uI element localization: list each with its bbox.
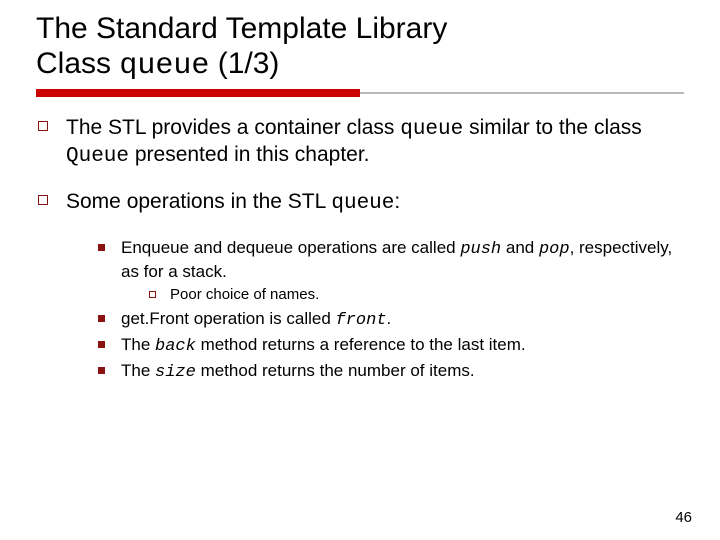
list-item: The back method returns a reference to t… bbox=[98, 334, 682, 358]
bullet-text: The back method returns a reference to t… bbox=[121, 334, 526, 358]
bullet-text: Poor choice of names. bbox=[170, 285, 319, 305]
page-number: 46 bbox=[675, 509, 692, 526]
text-fragment: similar to the class bbox=[463, 116, 642, 139]
text-fragment: The bbox=[121, 361, 155, 380]
code-fragment: pop bbox=[539, 240, 570, 259]
list-item: The STL provides a container class queue… bbox=[38, 115, 682, 169]
code-fragment: Queue bbox=[66, 145, 129, 168]
divider-gray bbox=[360, 92, 684, 94]
slide-body: The STL provides a container class queue… bbox=[28, 105, 692, 385]
list-item: Enqueue and dequeue operations are calle… bbox=[98, 237, 682, 307]
bullet-solid-icon bbox=[98, 341, 105, 348]
code-fragment: queue bbox=[400, 118, 463, 141]
text-fragment: presented in this chapter. bbox=[129, 143, 370, 166]
title-line2-post: (1/3) bbox=[209, 47, 279, 80]
divider bbox=[36, 89, 684, 97]
code-fragment: queue bbox=[331, 192, 394, 215]
code-fragment: back bbox=[155, 337, 196, 356]
code-fragment: front bbox=[336, 311, 387, 330]
bullet-text: Enqueue and dequeue operations are calle… bbox=[121, 237, 682, 307]
text-fragment: The bbox=[121, 335, 155, 354]
text-fragment: method returns the number of items. bbox=[196, 361, 475, 380]
bullet-open-icon bbox=[38, 195, 48, 205]
title-line2-pre: Class bbox=[36, 47, 119, 80]
title-block: The Standard Template Library Class queu… bbox=[28, 12, 692, 97]
divider-red bbox=[36, 89, 360, 97]
text-fragment: method returns a reference to the last i… bbox=[196, 335, 526, 354]
sublist: Enqueue and dequeue operations are calle… bbox=[38, 237, 682, 385]
bullet-solid-icon bbox=[98, 244, 105, 251]
text-fragment: . bbox=[387, 309, 392, 328]
text-fragment: and bbox=[501, 238, 539, 257]
bullet-solid-icon bbox=[98, 315, 105, 322]
text-fragment: : bbox=[394, 190, 400, 213]
list-item: get.Front operation is called front. bbox=[98, 308, 682, 332]
slide-title: The Standard Template Library Class queu… bbox=[36, 12, 684, 83]
title-line1: The Standard Template Library bbox=[36, 12, 447, 45]
slide: The Standard Template Library Class queu… bbox=[0, 0, 720, 540]
code-fragment: size bbox=[155, 363, 196, 382]
bullet-solid-icon bbox=[98, 367, 105, 374]
list-item: Poor choice of names. bbox=[149, 285, 682, 305]
code-fragment: push bbox=[460, 240, 501, 259]
bullet-tiny-icon bbox=[149, 291, 156, 298]
title-code: queue bbox=[119, 49, 209, 83]
bullet-open-icon bbox=[38, 121, 48, 131]
text-fragment: Enqueue and dequeue operations are calle… bbox=[121, 238, 460, 257]
text-fragment: Some operations in the STL bbox=[66, 190, 331, 213]
text-fragment: get.Front operation is called bbox=[121, 309, 336, 328]
list-item: Some operations in the STL queue: bbox=[38, 189, 682, 216]
list-item: The size method returns the number of it… bbox=[98, 360, 682, 384]
bullet-text: The size method returns the number of it… bbox=[121, 360, 475, 384]
text-fragment: The STL provides a container class bbox=[66, 116, 400, 139]
bullet-text: The STL provides a container class queue… bbox=[66, 115, 682, 169]
bullet-text: Some operations in the STL queue: bbox=[66, 189, 400, 216]
subsublist: Poor choice of names. bbox=[121, 285, 682, 305]
bullet-text: get.Front operation is called front. bbox=[121, 308, 391, 332]
